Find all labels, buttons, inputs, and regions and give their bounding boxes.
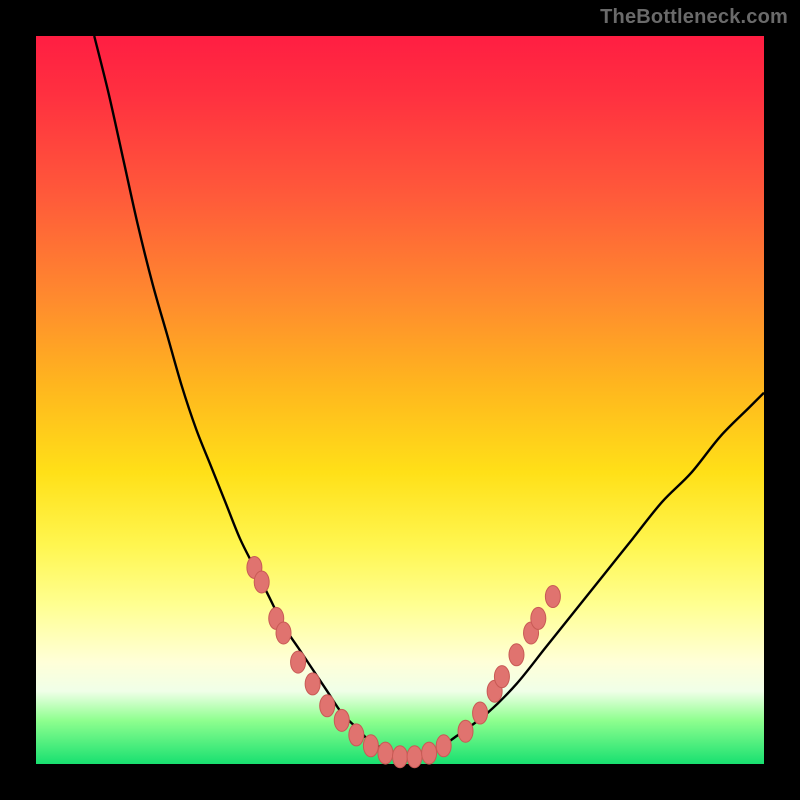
bottleneck-curve [94, 36, 764, 758]
data-marker [494, 666, 509, 688]
data-marker [422, 742, 437, 764]
data-marker [545, 586, 560, 608]
data-markers [247, 556, 560, 767]
data-marker [378, 742, 393, 764]
data-marker [291, 651, 306, 673]
data-marker [436, 735, 451, 757]
data-marker [407, 746, 422, 768]
data-marker [320, 695, 335, 717]
data-marker [349, 724, 364, 746]
data-marker [276, 622, 291, 644]
data-marker [363, 735, 378, 757]
data-marker [305, 673, 320, 695]
data-marker [334, 709, 349, 731]
data-marker [509, 644, 524, 666]
chart-frame: TheBottleneck.com [0, 0, 800, 800]
data-marker [458, 720, 473, 742]
chart-plot-area [36, 36, 764, 764]
chart-svg [36, 36, 764, 764]
watermark-text: TheBottleneck.com [600, 6, 788, 29]
data-marker [254, 571, 269, 593]
data-marker [531, 607, 546, 629]
data-marker [393, 746, 408, 768]
data-marker [473, 702, 488, 724]
